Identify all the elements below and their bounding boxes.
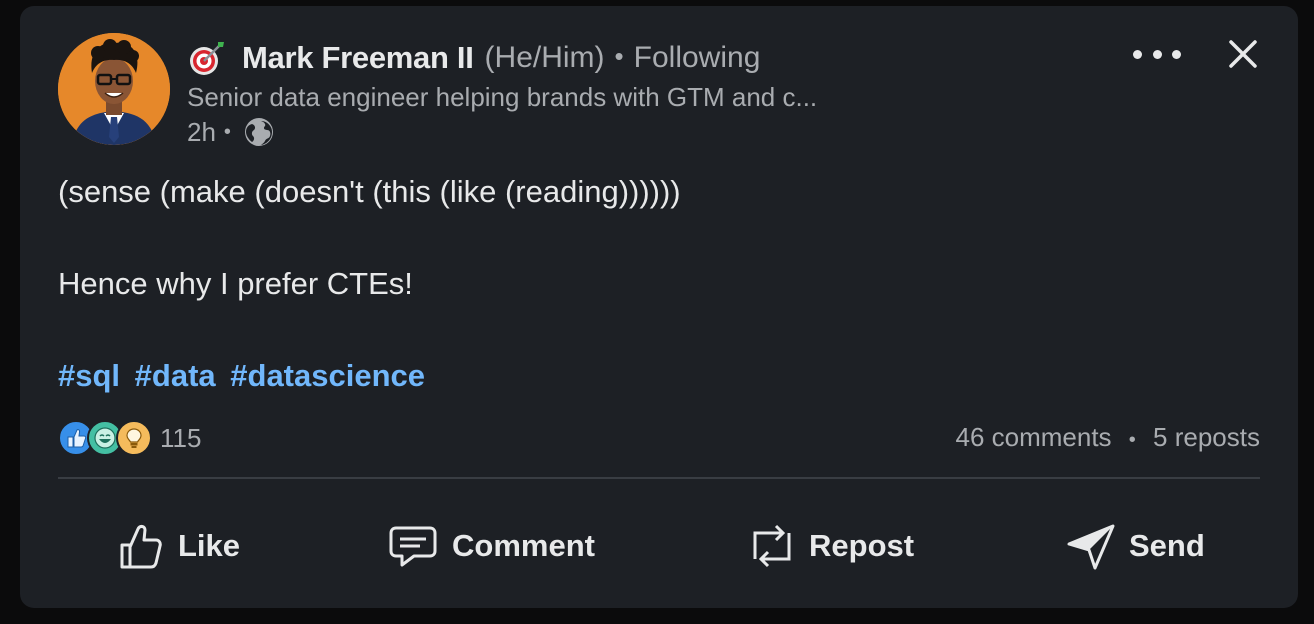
send-button[interactable]: Send bbox=[1067, 511, 1205, 581]
post-card: Mark Freeman II (He/Him) • Following Sen… bbox=[20, 6, 1298, 608]
like-icon bbox=[120, 525, 162, 569]
like-label: Like bbox=[178, 528, 241, 563]
author-pronouns: (He/Him) bbox=[484, 41, 605, 74]
comment-label: Comment bbox=[452, 528, 595, 563]
hashtag-datascience[interactable]: #datascience bbox=[230, 358, 425, 393]
stats-separator: • bbox=[1128, 429, 1136, 451]
comment-button[interactable]: Comment bbox=[388, 511, 595, 581]
repost-icon bbox=[753, 524, 791, 568]
post-meta: 2h • bbox=[187, 116, 275, 148]
comments-count-link[interactable]: 46 comments bbox=[955, 422, 1111, 452]
repost-button[interactable]: Repost bbox=[749, 511, 914, 581]
meta-separator: • bbox=[223, 120, 231, 143]
insightful-icon bbox=[116, 420, 152, 456]
avatar[interactable] bbox=[58, 33, 170, 145]
hashtag-data[interactable]: #data bbox=[135, 358, 216, 393]
reaction-count: 115 bbox=[160, 422, 202, 453]
repost-label: Repost bbox=[809, 528, 915, 563]
divider bbox=[58, 477, 1260, 479]
post-time: 2h bbox=[187, 116, 216, 147]
dot-icon bbox=[1152, 49, 1162, 59]
hashtag-sql[interactable]: #sql bbox=[58, 358, 120, 393]
target-icon bbox=[187, 38, 227, 78]
globe-icon bbox=[243, 116, 275, 148]
post-text-line-1: (sense (make (doesn't (this (like (readi… bbox=[58, 174, 681, 209]
post-text-line-2: Hence why I prefer CTEs! bbox=[58, 266, 413, 301]
like-button[interactable]: Like bbox=[118, 511, 240, 581]
author-header: Mark Freeman II (He/Him) • Following bbox=[187, 38, 760, 78]
reactions-summary[interactable]: 115 bbox=[58, 420, 201, 456]
author-name[interactable]: Mark Freeman II bbox=[242, 40, 474, 76]
send-icon bbox=[1067, 524, 1115, 570]
comment-icon bbox=[389, 526, 437, 567]
reposts-count-link[interactable]: 5 reposts bbox=[1153, 422, 1260, 452]
hashtags: #sql #data #datascience bbox=[58, 358, 431, 394]
dot-icon bbox=[1133, 49, 1142, 59]
following-status[interactable]: Following bbox=[634, 41, 761, 75]
engagement-stats: 46 comments • 5 reposts bbox=[955, 422, 1260, 453]
close-icon[interactable] bbox=[1223, 34, 1263, 74]
author-headline[interactable]: Senior data engineer helping brands with… bbox=[187, 82, 817, 113]
send-label: Send bbox=[1129, 528, 1205, 563]
more-options-button[interactable] bbox=[1129, 36, 1185, 72]
separator-dot: • bbox=[614, 40, 624, 71]
dot-icon bbox=[1172, 49, 1181, 59]
